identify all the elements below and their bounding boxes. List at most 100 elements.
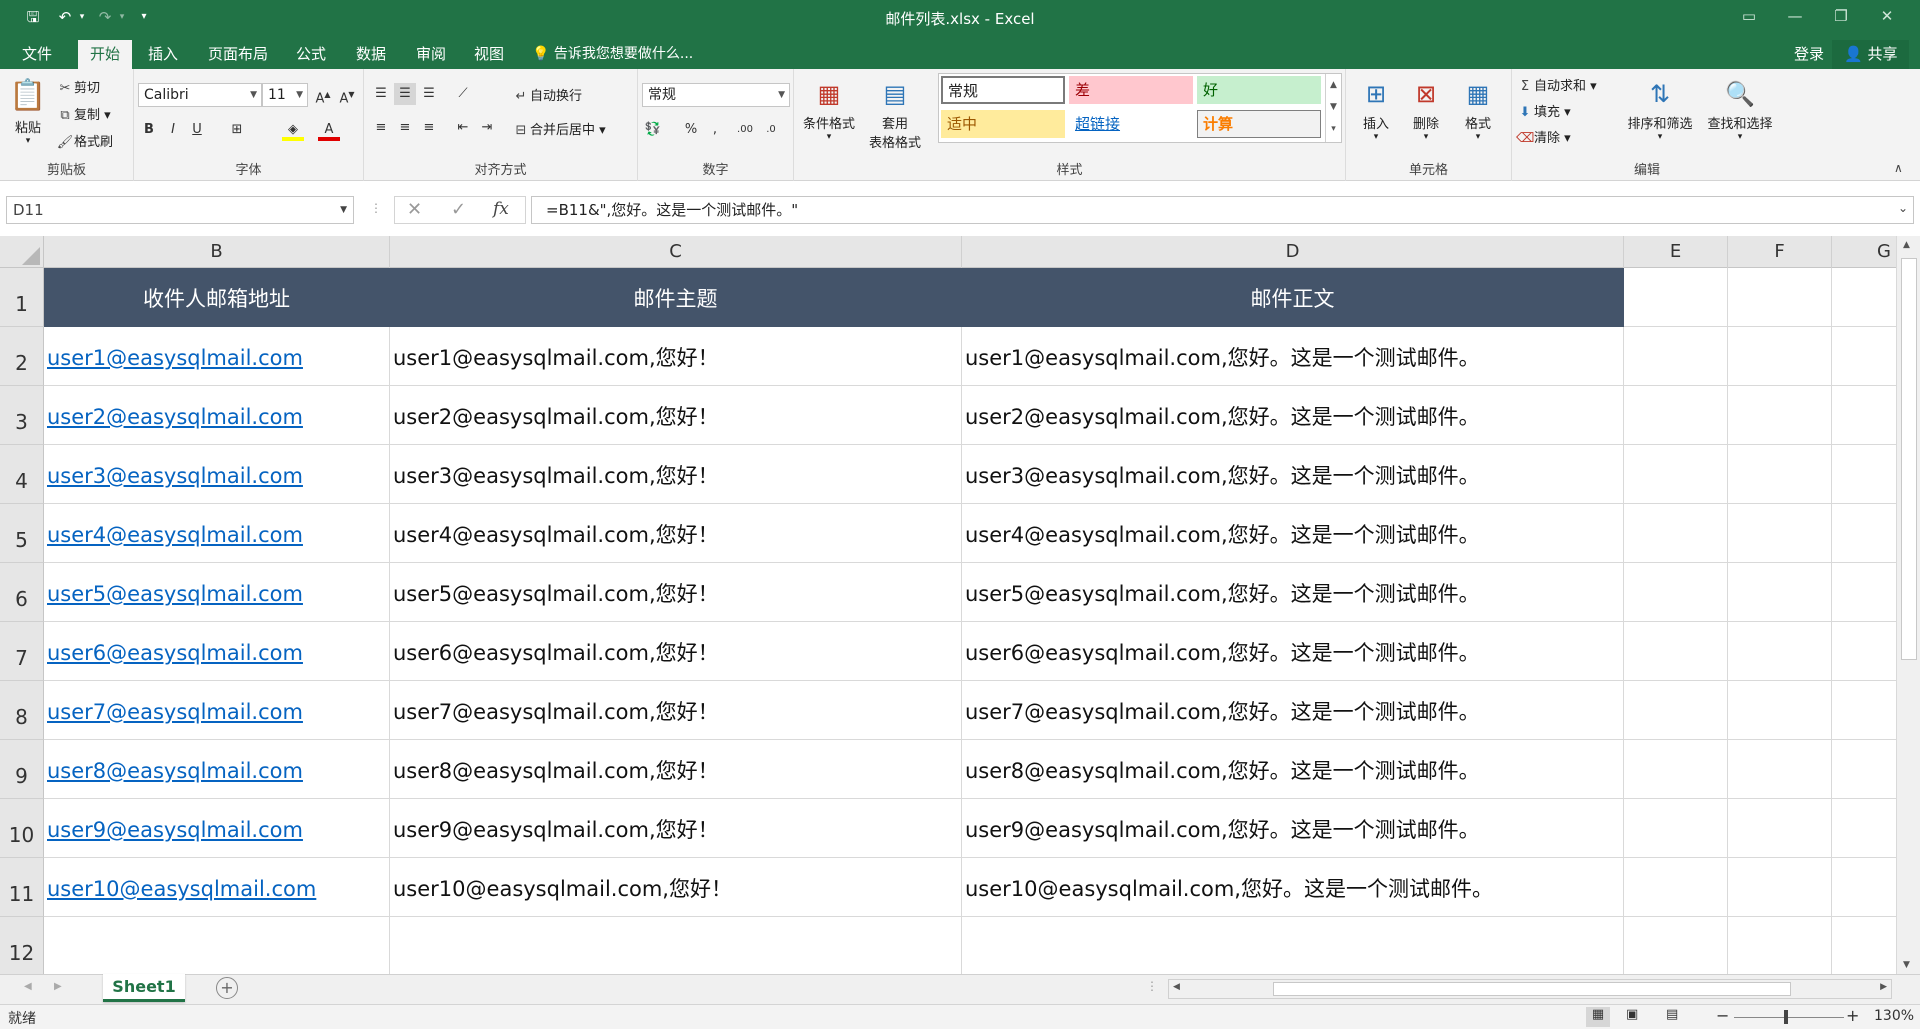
table-cell[interactable] [1624,740,1728,799]
column-header-b[interactable]: B [44,236,390,268]
subject-cell[interactable]: user1@easysqlmail.com,您好！ [390,327,962,386]
table-cell[interactable] [1832,327,1896,386]
align-left-icon[interactable]: ≡ [370,117,392,139]
collapse-ribbon-icon[interactable]: ∧ [1894,161,1903,175]
body-cell[interactable]: user10@easysqlmail.com,您好。这是一个测试邮件。 [962,858,1624,917]
subject-cell[interactable]: user10@easysqlmail.com,您好！ [390,858,962,917]
header-cell[interactable]: 邮件正文 [962,268,1624,327]
row-header[interactable]: 6 [0,563,44,622]
table-cell[interactable] [1728,858,1832,917]
email-link-cell[interactable]: user9@easysqlmail.com [44,799,390,858]
wrap-text-button[interactable]: ↵ 自动换行 [512,85,582,106]
bold-button[interactable]: B [138,119,160,141]
table-cell[interactable] [1832,858,1896,917]
table-cell[interactable] [1728,327,1832,386]
body-cell[interactable]: user9@easysqlmail.com,您好。这是一个测试邮件。 [962,799,1624,858]
cut-button[interactable]: ✂ 剪切 [56,77,100,98]
font-name-select[interactable]: Calibri ▼ [138,83,262,107]
table-cell[interactable] [1624,917,1728,974]
merge-center-button[interactable]: ⊟ 合并后居中 ▾ [512,119,606,140]
close-icon[interactable]: ✕ [1864,0,1910,32]
italic-button[interactable]: I [162,119,184,141]
align-center-icon[interactable]: ≡ [394,117,416,139]
style-normal[interactable]: 常规 [941,76,1065,104]
next-sheet-icon[interactable]: ▶ [54,981,62,992]
tab-data[interactable]: 数据 [344,40,398,69]
align-top-icon[interactable]: ☰ [370,83,392,105]
row-header[interactable]: 4 [0,445,44,504]
insert-cells-button[interactable]: ⊞ 插入 ▾ [1354,75,1398,142]
prev-sheet-icon[interactable]: ◀ [24,981,32,992]
email-link-cell[interactable]: user4@easysqlmail.com [44,504,390,563]
table-cell[interactable] [1832,917,1896,974]
enter-icon[interactable]: ✓ [451,199,466,220]
tab-review[interactable]: 审阅 [404,40,458,69]
currency-icon[interactable]: 💱 [642,119,664,141]
underline-button[interactable]: U [186,119,208,141]
scroll-down-icon[interactable]: ▼ [1903,960,1910,970]
restore-icon[interactable]: ❐ [1818,0,1864,32]
formula-input[interactable]: =B11&",您好。这是一个测试邮件。" [531,196,1914,224]
subject-cell[interactable]: user7@easysqlmail.com,您好！ [390,681,962,740]
email-link-cell[interactable]: user5@easysqlmail.com [44,563,390,622]
horizontal-scrollbar[interactable]: ◀ ▶ [1168,979,1892,999]
email-link-cell[interactable]: user8@easysqlmail.com [44,740,390,799]
row-header[interactable]: 3 [0,386,44,445]
delete-cells-button[interactable]: ⊠ 删除 ▾ [1404,75,1448,142]
table-cell[interactable] [1624,622,1728,681]
body-cell[interactable]: user2@easysqlmail.com,您好。这是一个测试邮件。 [962,386,1624,445]
row-header[interactable]: 1 [0,268,44,327]
email-link-cell[interactable]: user2@easysqlmail.com [44,386,390,445]
row-header[interactable]: 5 [0,504,44,563]
table-cell[interactable] [1832,386,1896,445]
row-header[interactable]: 7 [0,622,44,681]
minimize-icon[interactable]: — [1772,0,1818,32]
autosum-button[interactable]: Σ 自动求和 ▾ [1516,75,1597,96]
row-header[interactable]: 11 [0,858,44,917]
table-cell[interactable] [1624,504,1728,563]
expand-formula-icon[interactable]: ⌄ [1898,201,1908,215]
row-header[interactable]: 12 [0,917,44,974]
table-cell[interactable] [1624,563,1728,622]
email-link-cell[interactable]: user3@easysqlmail.com [44,445,390,504]
table-cell[interactable] [1728,268,1832,327]
scroll-left-icon[interactable]: ◀ [1173,982,1180,992]
body-cell[interactable]: user7@easysqlmail.com,您好。这是一个测试邮件。 [962,681,1624,740]
tab-split-grip-icon[interactable]: ⋮ [1146,979,1158,993]
table-cell[interactable] [1624,327,1728,386]
add-sheet-icon[interactable]: + [216,977,238,999]
scroll-right-icon[interactable]: ▶ [1880,982,1887,992]
comma-button[interactable]: , [704,119,726,141]
zoom-slider-thumb[interactable] [1784,1010,1788,1024]
tab-page-layout[interactable]: 页面布局 [196,40,280,69]
table-cell[interactable] [1728,504,1832,563]
sort-filter-button[interactable]: ⇅ 排序和筛选 ▾ [1620,75,1700,142]
email-link-cell[interactable]: user7@easysqlmail.com [44,681,390,740]
paste-button[interactable]: 📋 粘贴 ▾ [8,75,48,146]
zoom-level[interactable]: 130% [1874,1008,1914,1024]
column-header-e[interactable]: E [1624,236,1728,268]
email-link-cell[interactable]: user6@easysqlmail.com [44,622,390,681]
fill-button[interactable]: ⬇ 填充 ▾ [1516,101,1571,122]
table-cell[interactable] [1728,386,1832,445]
tab-formulas[interactable]: 公式 [284,40,338,69]
table-cell[interactable] [1624,445,1728,504]
table-cell[interactable] [1728,622,1832,681]
normal-view-icon[interactable]: ▦ [1586,1007,1610,1027]
style-bad[interactable]: 差 [1069,76,1193,104]
email-link-cell[interactable]: user10@easysqlmail.com [44,858,390,917]
increase-font-icon[interactable]: A▲ [312,84,334,106]
tab-insert[interactable]: 插入 [136,40,190,69]
column-header-g[interactable]: G [1832,236,1896,268]
subject-cell[interactable]: user6@easysqlmail.com,您好！ [390,622,962,681]
table-cell[interactable] [1624,268,1728,327]
page-break-view-icon[interactable]: ▤ [1666,1007,1678,1022]
vertical-scrollbar[interactable]: ▲ ▼ [1896,236,1920,974]
align-right-icon[interactable]: ≡ [418,117,440,139]
sheet-tab-sheet1[interactable]: Sheet1 [103,974,185,1002]
format-cells-button[interactable]: ▦ 格式 ▾ [1456,75,1500,142]
subject-cell[interactable]: user2@easysqlmail.com,您好！ [390,386,962,445]
table-cell[interactable] [962,917,1624,974]
decrease-indent-icon[interactable]: ⇤ [452,117,474,139]
conditional-format-button[interactable]: ▦ 条件格式 ▾ [798,75,860,142]
